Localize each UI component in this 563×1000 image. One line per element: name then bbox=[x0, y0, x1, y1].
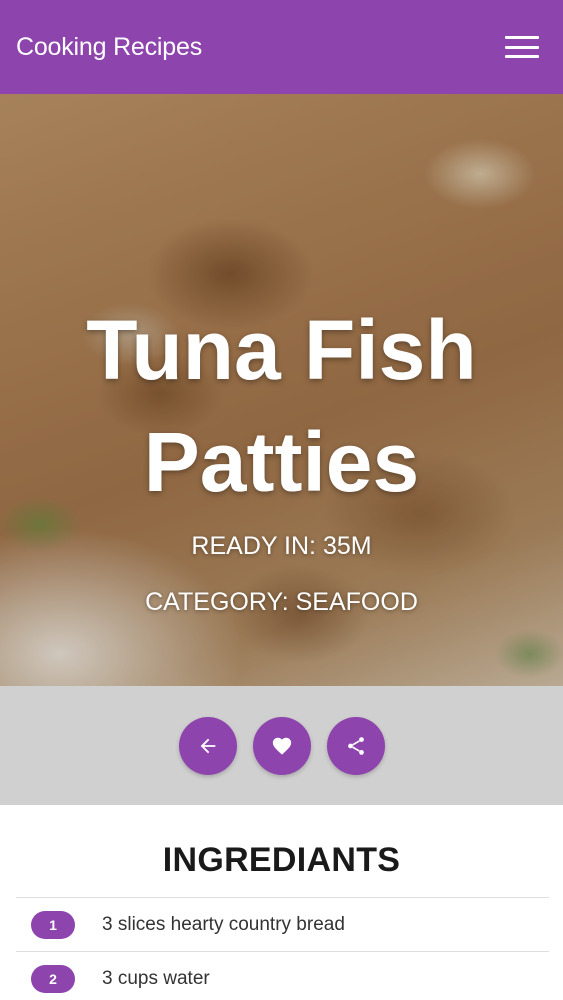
menu-line bbox=[505, 55, 539, 58]
recipe-title: Tuna Fish Patties bbox=[0, 294, 563, 518]
ingredients-list: 1 3 slices hearty country bread 2 3 cups… bbox=[16, 897, 549, 1000]
heart-icon bbox=[272, 737, 291, 755]
list-item: 2 3 cups water bbox=[16, 951, 549, 1000]
ingredients-section: INGREDIANTS 1 3 slices hearty country br… bbox=[0, 805, 563, 1000]
category-label: CATEGORY: SEAFOOD bbox=[145, 588, 418, 616]
hero-overlay: Tuna Fish Patties READY IN: 35M CATEGORY… bbox=[0, 94, 563, 686]
list-item: 1 3 slices hearty country bread bbox=[16, 897, 549, 951]
back-button[interactable] bbox=[178, 716, 237, 775]
share-icon bbox=[347, 736, 364, 755]
recipe-title-line-1: Tuna Fish bbox=[86, 303, 477, 397]
recipe-title-line-2: Patties bbox=[143, 415, 420, 509]
ingredients-heading: INGREDIANTS bbox=[162, 841, 401, 879]
menu-line bbox=[505, 36, 539, 39]
ready-in-label: READY IN: 35M bbox=[191, 532, 372, 560]
ingredient-text: 3 slices hearty country bread bbox=[102, 913, 345, 935]
hamburger-menu-icon[interactable] bbox=[505, 34, 539, 60]
share-button[interactable] bbox=[326, 716, 385, 775]
recipe-hero-image: Tuna Fish Patties READY IN: 35M CATEGORY… bbox=[0, 94, 563, 686]
action-bar bbox=[0, 686, 563, 805]
arrow-left-icon bbox=[200, 738, 215, 753]
ingredient-text: 3 cups water bbox=[102, 967, 210, 989]
app-title: Cooking Recipes bbox=[16, 32, 202, 61]
ingredient-number-badge: 1 bbox=[31, 910, 75, 939]
app-bar: Cooking Recipes bbox=[0, 0, 563, 94]
ingredient-number-badge: 2 bbox=[31, 964, 75, 993]
menu-line bbox=[505, 45, 539, 49]
favorite-button[interactable] bbox=[252, 716, 311, 775]
